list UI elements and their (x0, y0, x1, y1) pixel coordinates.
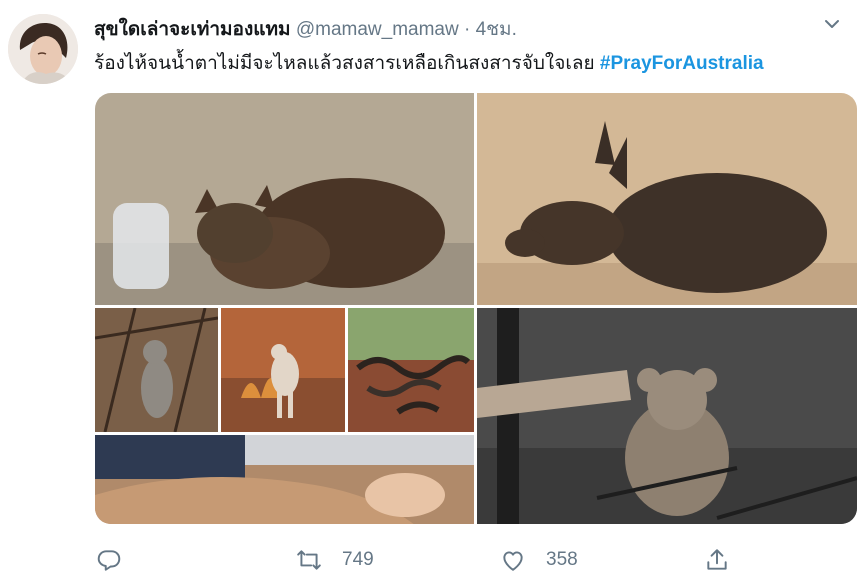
heart-icon (503, 551, 523, 571)
chevron-down-icon[interactable] (822, 14, 842, 34)
tweet-header: สุขใดเล่าจะเท่ามองแทม @mamaw_mamaw · 4ชม… (94, 17, 517, 43)
timestamp[interactable]: 4ชม. (476, 19, 517, 40)
photo-koala[interactable] (477, 308, 857, 524)
share-icon (707, 549, 727, 570)
photo-injured-kangaroo[interactable] (95, 435, 474, 524)
share-button[interactable] (704, 540, 730, 580)
photo-horse-fire[interactable] (221, 308, 345, 432)
reply-button[interactable] (96, 540, 122, 580)
retweet-button[interactable]: 749 (296, 540, 374, 580)
tweet-body: ร้องไห้จนน้ำตาไม่มีจะไหลแล้วสงสารเหลือเก… (94, 53, 595, 74)
retweet-count: 749 (342, 549, 374, 570)
avatar[interactable] (8, 14, 78, 84)
like-count: 358 (546, 549, 578, 570)
retweet-icon (297, 550, 321, 570)
separator-dot: · (463, 19, 471, 40)
hashtag-link[interactable]: #PrayForAustralia (600, 53, 764, 74)
user-handle[interactable]: @mamaw_mamaw (296, 19, 459, 40)
photo-burnt-cat[interactable] (95, 93, 474, 305)
tweet-text: ร้องไห้จนน้ำตาไม่มีจะไหลแล้วสงสารเหลือเก… (94, 51, 764, 77)
like-button[interactable]: 358 (500, 540, 578, 580)
photo-burnt-snakes[interactable] (348, 308, 474, 432)
photo-burnt-joey[interactable] (95, 308, 218, 432)
reply-icon (97, 550, 121, 571)
tweet-actions: 749 358 (0, 540, 868, 580)
photo-burnt-rabbit[interactable] (477, 93, 857, 305)
display-name[interactable]: สุขใดเล่าจะเท่ามองแทม (94, 19, 291, 40)
media-grid (95, 93, 857, 524)
